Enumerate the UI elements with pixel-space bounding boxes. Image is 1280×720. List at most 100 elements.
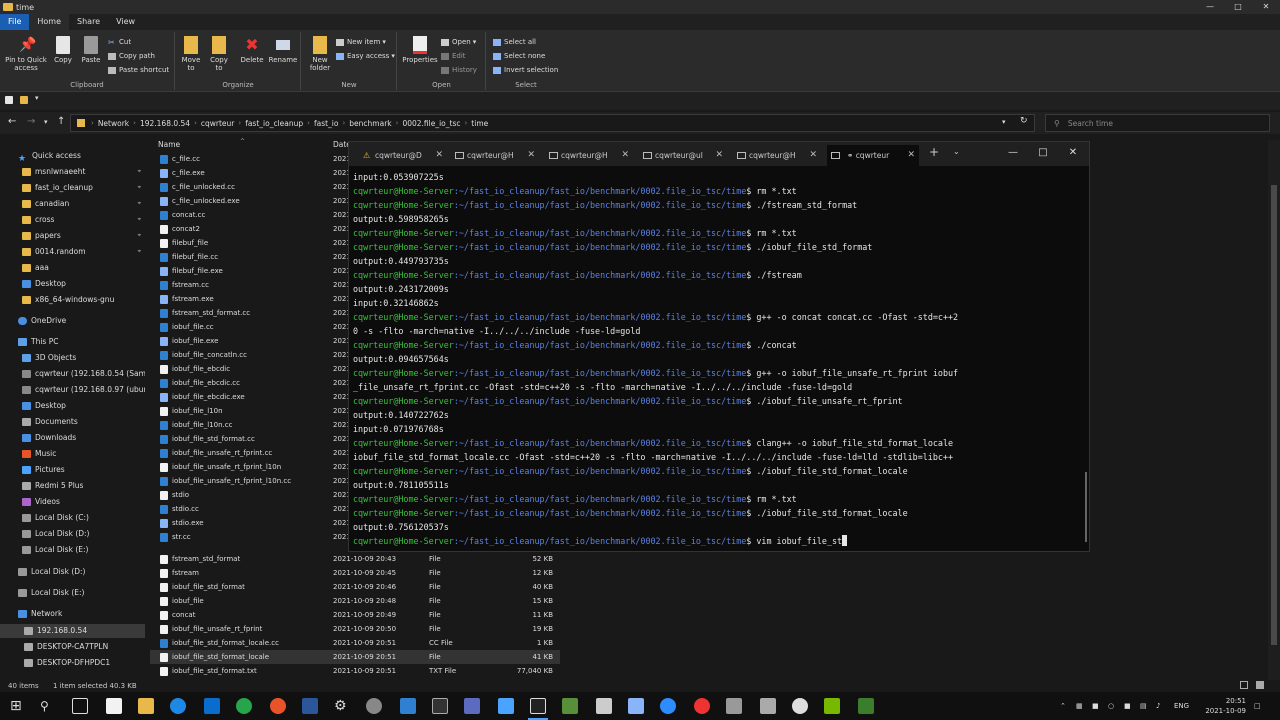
file-row[interactable]: iobuf_file_std_format.txt 2021-10-09 20:5… (150, 664, 560, 678)
nav-pc-item[interactable]: Local Disk (D:) (0, 527, 145, 541)
store-icon[interactable] (106, 698, 122, 714)
network-tray-icon[interactable]: ▤ (1140, 692, 1147, 720)
terminal-scrollbar[interactable] (1085, 472, 1087, 542)
nav-pc-item[interactable]: Desktop (0, 399, 145, 413)
address-box[interactable]: › Network › 192.168.0.54 › cqwrteur › fa… (70, 114, 1035, 132)
copy-path-button[interactable]: Copy path (108, 52, 155, 60)
nav-network[interactable]: Network (0, 607, 145, 621)
mail-icon[interactable] (204, 698, 220, 714)
terminal-tab-active[interactable]: ⚭ cqwrteur ✕ (827, 145, 919, 166)
terminal-output[interactable]: input:0.053907225s cqwrteur@Home-Server:~… (353, 170, 1083, 550)
tab-dropdown-icon[interactable]: ⌄ (953, 147, 960, 156)
file-row[interactable]: fstream 2021-10-09 20:45 File 12 KB (150, 566, 560, 580)
tab-home[interactable]: Home (29, 14, 70, 30)
nvidia-icon[interactable] (824, 698, 840, 714)
nav-network-desktop-2[interactable]: DESKTOP-DFHPDC1 (0, 656, 145, 670)
terminal-tab-2[interactable]: cqwrteur@H ✕ (451, 145, 539, 166)
file-row[interactable]: iobuf_file_std_format_locale.cc 2021-10-0… (150, 636, 560, 650)
search-icon[interactable]: ⚲ (40, 698, 56, 714)
nav-pc-item[interactable]: Documents (0, 415, 145, 429)
terminal-minimize-button[interactable]: — (999, 142, 1027, 166)
nav-quick-item[interactable]: cross ⌖ (0, 213, 145, 227)
cut-button[interactable]: ✂ Cut (108, 38, 131, 46)
tray-chevron-icon[interactable]: ⌃ (1060, 692, 1066, 720)
nav-quick-item[interactable]: msnlwnaeeht ⌖ (0, 165, 145, 179)
paste-shortcut-button[interactable]: Paste shortcut (108, 66, 169, 74)
search-input[interactable]: ⚲ Search time (1045, 114, 1270, 132)
back-arrow-icon[interactable]: ← (8, 116, 16, 127)
file-list-scrollbar[interactable] (1268, 140, 1280, 680)
new-folder-button[interactable]: New folder (305, 36, 335, 72)
nav-onedrive[interactable]: OneDrive (0, 314, 145, 328)
terminal-tab-5[interactable]: cqwrteur@H ✕ (733, 145, 821, 166)
terminal-close-button[interactable]: ✕ (1059, 142, 1087, 166)
properties-qat-icon[interactable] (5, 96, 13, 104)
maximize-button[interactable]: □ (1224, 0, 1252, 14)
nav-local-disk-e[interactable]: Local Disk (E:) (0, 586, 145, 600)
nav-pc-item[interactable]: cqwrteur (192.168.0.54 (Samba (0, 367, 145, 381)
breadcrumb-fast-io-cleanup[interactable]: fast_io_cleanup (245, 119, 303, 128)
copy-button[interactable]: Copy (52, 36, 74, 64)
qat-dropdown-icon[interactable]: ▾ (35, 94, 43, 102)
nav-quick-access[interactable]: ★ Quick access (0, 149, 145, 163)
nav-quick-item[interactable]: Desktop (0, 277, 145, 291)
nav-pc-item[interactable]: cqwrteur (192.168.0.97 (ubuntu (0, 383, 145, 397)
scrollbar-thumb[interactable] (1271, 185, 1277, 645)
file-row[interactable]: concat 2021-10-09 20:49 File 11 KB (150, 608, 560, 622)
copy-to-button[interactable]: Copy to (207, 36, 231, 72)
windows-terminal-icon[interactable] (530, 698, 546, 714)
nav-quick-item[interactable]: x86_64-windows-gnu (0, 293, 145, 307)
breadcrumb-ip[interactable]: 192.168.0.54 (140, 119, 190, 128)
app-icon[interactable] (596, 698, 612, 714)
app-icon[interactable] (858, 698, 874, 714)
zoom-icon[interactable] (660, 698, 676, 714)
nav-quick-item[interactable]: canadian ⌖ (0, 197, 145, 211)
close-tab-icon[interactable]: ✕ (715, 145, 723, 166)
firefox-icon[interactable] (270, 698, 286, 714)
close-tab-icon[interactable]: ✕ (621, 145, 629, 166)
new-folder-qat-icon[interactable] (20, 96, 28, 104)
notification-icon[interactable]: □ (1254, 692, 1261, 720)
nav-pc-item[interactable]: Videos (0, 495, 145, 509)
nav-quick-item[interactable]: fast_io_cleanup ⌖ (0, 181, 145, 195)
tab-view[interactable]: View (108, 14, 143, 30)
close-tab-icon[interactable]: ✕ (435, 145, 443, 166)
refresh-icon[interactable]: ↻ (1020, 116, 1028, 126)
pin-quick-access-button[interactable]: 📌 Pin to Quick access (4, 36, 48, 72)
tab-share[interactable]: Share (69, 14, 108, 30)
github-icon[interactable] (366, 698, 382, 714)
calculator-icon[interactable] (302, 698, 318, 714)
details-view-icon[interactable] (1240, 681, 1248, 689)
minimize-button[interactable]: — (1196, 0, 1224, 14)
breadcrumb-benchmark[interactable]: benchmark (349, 119, 391, 128)
history-button[interactable]: History (441, 66, 477, 74)
file-row[interactable]: iobuf_file 2021-10-09 20:48 File 15 KB (150, 594, 560, 608)
tab-file[interactable]: File (0, 14, 30, 30)
file-row[interactable]: iobuf_file_unsafe_rt_fprint 2021-10-09 20… (150, 622, 560, 636)
close-button[interactable]: ✕ (1252, 0, 1280, 14)
easy-access-button[interactable]: Easy access ▾ (336, 52, 395, 60)
invert-selection-button[interactable]: Invert selection (493, 66, 558, 74)
edit-button[interactable]: Edit (441, 52, 466, 60)
nav-pc-item[interactable]: Pictures (0, 463, 145, 477)
rename-button[interactable]: Rename (268, 36, 298, 64)
open-button[interactable]: Open ▾ (441, 38, 476, 46)
nav-network-ip[interactable]: 192.168.0.54 (0, 624, 145, 638)
new-item-button[interactable]: New item ▾ (336, 38, 386, 46)
edge-icon[interactable] (170, 698, 186, 714)
close-tab-icon[interactable]: ✕ (527, 145, 535, 166)
tray-app-icon[interactable]: ▦ (1076, 692, 1083, 720)
column-name-header[interactable]: Name (158, 138, 180, 152)
nav-this-pc[interactable]: This PC (0, 335, 145, 349)
vscode-icon[interactable] (400, 698, 416, 714)
tray-app-icon[interactable]: ■ (1124, 692, 1131, 720)
breadcrumb-fast-io[interactable]: fast_io (314, 119, 339, 128)
move-to-button[interactable]: Move to (179, 36, 203, 72)
clock[interactable]: 20:51 2021-10-09 (1186, 696, 1246, 716)
app-icon[interactable] (792, 698, 808, 714)
nav-pc-item[interactable]: Downloads (0, 431, 145, 445)
terminal-tab-4[interactable]: cqwrteur@ul ✕ (639, 145, 727, 166)
file-row[interactable]: iobuf_file_std_format_locale 2021-10-09 2… (150, 650, 560, 664)
recent-chevron-icon[interactable]: ▾ (44, 118, 48, 126)
properties-button[interactable]: Properties (401, 36, 439, 64)
